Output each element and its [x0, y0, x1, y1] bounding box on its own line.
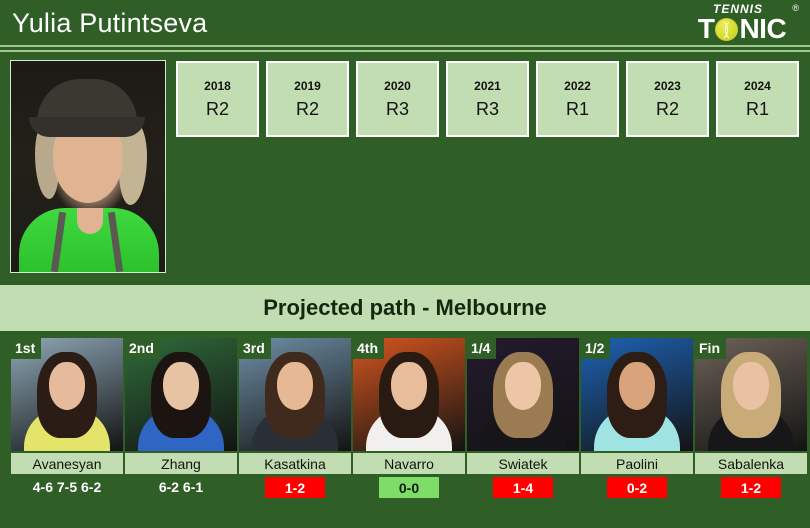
opponent-photo-face — [505, 362, 541, 410]
year-result: R3 — [475, 98, 499, 119]
opponent-photo: 3rd — [239, 338, 351, 451]
round-label: 4th — [353, 338, 384, 359]
year-label: 2023 — [654, 78, 681, 93]
year-result: R2 — [655, 98, 679, 119]
year-result-cell[interactable]: 2020 R3 — [356, 61, 439, 137]
tennis-tonic-logo[interactable]: ® TENNIS T NIC — [686, 3, 802, 45]
opponent-card[interactable]: 4th Navarro 0-0 — [353, 338, 465, 498]
projected-path-title: Projected path - Melbourne — [263, 295, 547, 320]
match-score: 6-2 6-1 — [158, 479, 204, 495]
opponent-photo: 1/2 — [581, 338, 693, 451]
round-label: 1/4 — [467, 338, 497, 359]
head-to-head-badge: 1-2 — [721, 477, 781, 498]
opponent-photo-face — [619, 362, 655, 410]
year-result: R2 — [295, 98, 319, 119]
year-label: 2020 — [384, 78, 411, 93]
opponent-photo-face — [391, 362, 427, 410]
opponent-name: Avanesyan — [11, 453, 123, 474]
year-result-cell[interactable]: 2021 R3 — [446, 61, 529, 137]
round-label: Fin — [695, 338, 726, 359]
page-title: Yulia Putintseva — [12, 8, 208, 38]
year-label: 2022 — [564, 78, 591, 93]
head-to-head-badge: 0-0 — [379, 477, 439, 498]
year-results-table: 2018 R2 2019 R2 2020 R3 2021 R3 2022 R1 … — [176, 61, 799, 137]
tennis-ball-icon — [715, 17, 739, 42]
opponent-card[interactable]: 1/2 Paolini 0-2 — [581, 338, 693, 498]
opponent-photo-face — [733, 362, 769, 410]
round-label: 1/2 — [581, 338, 611, 359]
projected-path-banner: Projected path - Melbourne — [0, 285, 810, 331]
year-result: R2 — [205, 98, 229, 119]
year-label: 2018 — [204, 78, 231, 93]
player-summary-section: 2018 R2 2019 R2 2020 R3 2021 R3 2022 R1 … — [0, 52, 810, 277]
year-result-cell[interactable]: 2023 R2 — [626, 61, 709, 137]
opponent-card[interactable]: 1st Avanesyan 4-6 7-5 6-2 — [11, 338, 123, 498]
opponent-name: Swiatek — [467, 453, 579, 474]
head-to-head-badge: 1-4 — [493, 477, 553, 498]
year-result: R1 — [745, 98, 769, 119]
year-result-cell[interactable]: 2022 R1 — [536, 61, 619, 137]
round-label: 3rd — [239, 338, 271, 359]
round-label: 2nd — [125, 338, 160, 359]
logo-main-text: T NIC — [684, 15, 800, 43]
opponent-photo: 1st — [11, 338, 123, 451]
opponent-name: Navarro — [353, 453, 465, 474]
year-label: 2021 — [474, 78, 501, 93]
match-score: 4-6 7-5 6-2 — [32, 479, 102, 495]
opponent-photo: 4th — [353, 338, 465, 451]
projected-path-cards: 1st Avanesyan 4-6 7-5 6-2 2nd Zhang 6-2 6-1 3r… — [11, 338, 807, 498]
opponent-photo-face — [277, 362, 313, 410]
opponent-name: Paolini — [581, 453, 693, 474]
opponent-photo: Fin — [695, 338, 807, 451]
year-result-cell[interactable]: 2019 R2 — [266, 61, 349, 137]
head-to-head-badge: 1-2 — [265, 477, 325, 498]
head-to-head-badge: 0-2 — [607, 477, 667, 498]
opponent-card[interactable]: 3rd Kasatkina 1-2 — [239, 338, 351, 498]
opponent-name: Sabalenka — [695, 453, 807, 474]
opponent-photo-face — [49, 362, 85, 410]
opponent-photo: 1/4 — [467, 338, 579, 451]
tennis-projection-page: Yulia Putintseva ® TENNIS T NIC 2018 — [0, 0, 810, 528]
year-result: R3 — [385, 98, 409, 119]
year-result: R1 — [565, 98, 589, 119]
year-result-cell[interactable]: 2018 R2 — [176, 61, 259, 137]
year-label: 2024 — [744, 78, 771, 93]
opponent-name: Kasatkina — [239, 453, 351, 474]
year-label: 2019 — [294, 78, 321, 93]
player-photo — [10, 60, 166, 273]
year-result-cell[interactable]: 2024 R1 — [716, 61, 799, 137]
header-divider — [0, 45, 810, 52]
opponent-card[interactable]: 1/4 Swiatek 1-4 — [467, 338, 579, 498]
opponent-card[interactable]: Fin Sabalenka 1-2 — [695, 338, 807, 498]
player-photo-shirt — [19, 208, 159, 272]
opponent-card[interactable]: 2nd Zhang 6-2 6-1 — [125, 338, 237, 498]
round-label: 1st — [11, 338, 42, 359]
opponent-name: Zhang — [125, 453, 237, 474]
header-bar: Yulia Putintseva ® TENNIS T NIC — [0, 0, 810, 45]
opponent-photo-face — [163, 362, 199, 410]
opponent-photo: 2nd — [125, 338, 237, 451]
